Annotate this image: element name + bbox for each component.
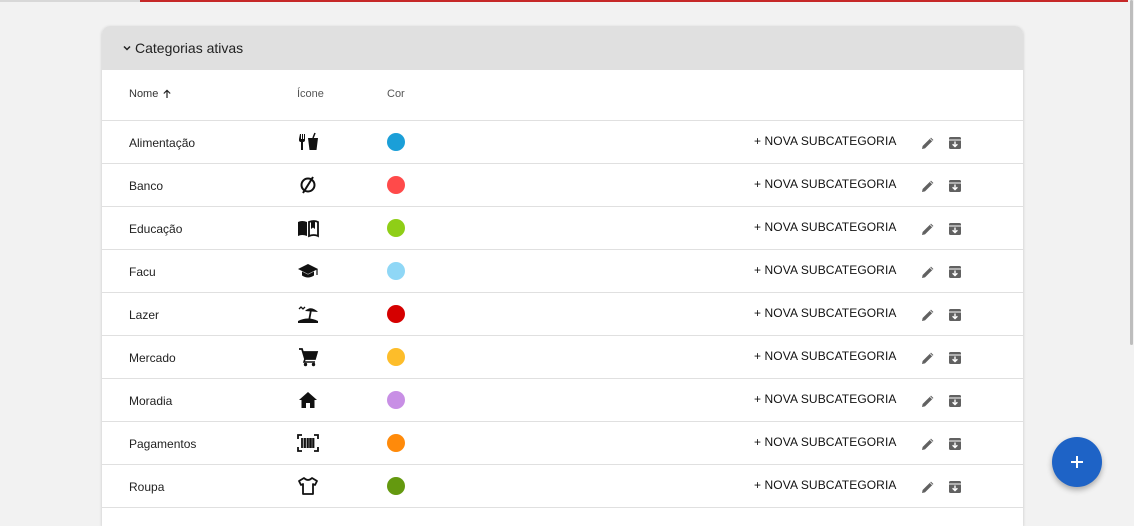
table-row: Banco + NOVA SUBCATEGORIA xyxy=(102,164,1023,207)
archive-icon[interactable] xyxy=(947,350,963,366)
categories-card: Categorias ativas Nome Ícone Cor Aliment… xyxy=(102,26,1023,526)
table-row: Roupa + NOVA SUBCATEGORIA xyxy=(102,465,1023,508)
archive-icon[interactable] xyxy=(947,479,963,495)
archive-icon[interactable] xyxy=(947,307,963,323)
category-color-swatch xyxy=(387,477,405,495)
shopping-cart-icon xyxy=(297,347,319,367)
scrollbar[interactable] xyxy=(1128,0,1134,513)
category-name: Alimentação xyxy=(129,136,196,150)
column-header-name-label: Nome xyxy=(129,88,159,100)
pencil-icon[interactable] xyxy=(920,436,936,452)
category-color-swatch xyxy=(387,262,405,280)
add-icon xyxy=(1071,456,1083,468)
column-header-name[interactable]: Nome xyxy=(129,88,172,100)
chevron-down-icon xyxy=(122,43,132,53)
category-list: Alimentação + NOVA SUBCATEGORIA Banco + NOV… xyxy=(102,121,1023,508)
new-subcategory-button[interactable]: + NOVA SUBCATEGORIA xyxy=(754,435,897,449)
category-color-swatch xyxy=(387,133,405,151)
category-name: Moradia xyxy=(129,394,173,408)
empty-set-icon xyxy=(297,175,319,195)
table-row: Mercado + NOVA SUBCATEGORIA xyxy=(102,336,1023,379)
category-name: Mercado xyxy=(129,351,176,365)
pencil-icon[interactable] xyxy=(920,479,936,495)
category-name: Educação xyxy=(129,222,183,236)
barcode-icon xyxy=(297,433,319,453)
graduation-cap-icon xyxy=(297,261,319,281)
pencil-icon[interactable] xyxy=(920,307,936,323)
table-header: Nome Ícone Cor xyxy=(102,70,1023,121)
category-color-swatch xyxy=(387,219,405,237)
category-name: Banco xyxy=(129,179,164,193)
table-row: Alimentação + NOVA SUBCATEGORIA xyxy=(102,121,1023,164)
section-title: Categorias ativas xyxy=(135,40,244,56)
top-accent-bar xyxy=(140,0,1128,2)
archive-icon[interactable] xyxy=(947,135,963,151)
column-header-color: Cor xyxy=(387,88,405,100)
new-subcategory-button[interactable]: + NOVA SUBCATEGORIA xyxy=(754,220,897,234)
category-name: Pagamentos xyxy=(129,437,197,451)
beach-icon xyxy=(297,304,319,324)
table-row: Educação + NOVA SUBCATEGORIA xyxy=(102,207,1023,250)
book-icon xyxy=(297,218,319,238)
add-category-button[interactable] xyxy=(1052,437,1102,487)
new-subcategory-button[interactable]: + NOVA SUBCATEGORIA xyxy=(754,306,897,320)
category-color-swatch xyxy=(387,434,405,452)
category-color-swatch xyxy=(387,176,405,194)
archive-icon[interactable] xyxy=(947,436,963,452)
category-color-swatch xyxy=(387,348,405,366)
pencil-icon[interactable] xyxy=(920,264,936,280)
archive-icon[interactable] xyxy=(947,264,963,280)
table-row: Moradia + NOVA SUBCATEGORIA xyxy=(102,379,1023,422)
new-subcategory-button[interactable]: + NOVA SUBCATEGORIA xyxy=(754,392,897,406)
pencil-icon[interactable] xyxy=(920,393,936,409)
home-icon xyxy=(297,390,319,410)
category-color-swatch xyxy=(387,391,405,409)
table-row: Lazer + NOVA SUBCATEGORIA xyxy=(102,293,1023,336)
new-subcategory-button[interactable]: + NOVA SUBCATEGORIA xyxy=(754,349,897,363)
category-color-swatch xyxy=(387,305,405,323)
archive-icon[interactable] xyxy=(947,393,963,409)
scrollbar-thumb[interactable] xyxy=(1130,0,1133,345)
section-header-active-categories[interactable]: Categorias ativas xyxy=(102,26,1023,70)
category-name: Lazer xyxy=(129,308,160,322)
archive-icon[interactable] xyxy=(947,221,963,237)
category-name: Roupa xyxy=(129,480,165,494)
pencil-icon[interactable] xyxy=(920,221,936,237)
top-progress-track xyxy=(0,0,140,2)
pencil-icon[interactable] xyxy=(920,350,936,366)
restaurant-icon xyxy=(297,132,319,152)
pencil-icon[interactable] xyxy=(920,178,936,194)
table-row: Pagamentos + NOVA SUBCATEGORIA xyxy=(102,422,1023,465)
table-row: Facu + NOVA SUBCATEGORIA xyxy=(102,250,1023,293)
category-name: Facu xyxy=(129,265,156,279)
archive-icon[interactable] xyxy=(947,178,963,194)
column-header-icon: Ícone xyxy=(297,88,324,100)
new-subcategory-button[interactable]: + NOVA SUBCATEGORIA xyxy=(754,177,897,191)
new-subcategory-button[interactable]: + NOVA SUBCATEGORIA xyxy=(754,478,897,492)
shirt-icon xyxy=(297,476,319,496)
new-subcategory-button[interactable]: + NOVA SUBCATEGORIA xyxy=(754,134,897,148)
arrow-up-icon xyxy=(162,89,172,99)
pencil-icon[interactable] xyxy=(920,135,936,151)
new-subcategory-button[interactable]: + NOVA SUBCATEGORIA xyxy=(754,263,897,277)
